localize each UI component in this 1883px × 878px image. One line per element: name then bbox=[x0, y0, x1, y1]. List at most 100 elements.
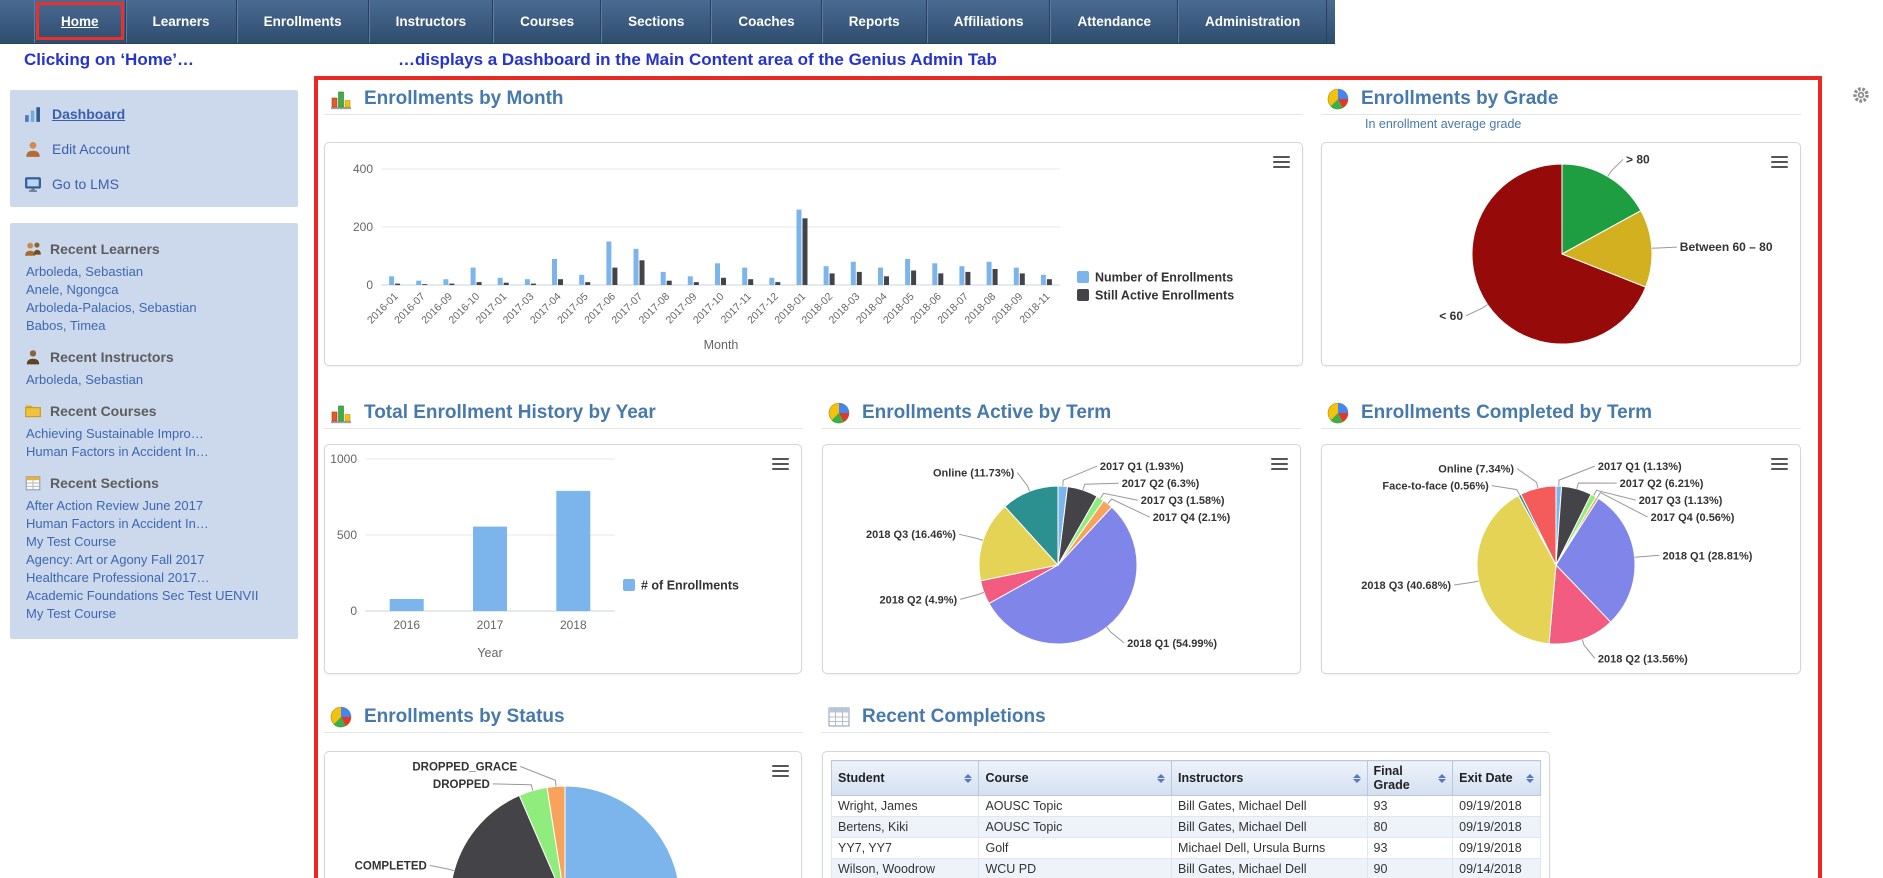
sort-icon[interactable] bbox=[1352, 773, 1361, 783]
nav-tab-home[interactable]: Home bbox=[34, 0, 126, 43]
nav-tab-courses[interactable]: Courses bbox=[493, 0, 602, 43]
list-item: Arboleda-Palacios, Sebastian bbox=[26, 299, 288, 317]
top-nav: Home Learners Enrollments Instructors Course… bbox=[0, 0, 1336, 44]
sort-icon[interactable] bbox=[1526, 773, 1534, 783]
svg-text:Month: Month bbox=[704, 338, 739, 352]
column-header-exit-date[interactable]: Exit Date bbox=[1452, 760, 1541, 796]
sidebar-link[interactable]: My Test Course bbox=[26, 606, 116, 621]
column-header-instructors[interactable]: Instructors bbox=[1171, 760, 1368, 796]
panel-header: Enrollments Completed by Term bbox=[1321, 398, 1801, 429]
nav-tab-affiliations[interactable]: Affiliations bbox=[926, 0, 1051, 43]
nav-tab-sections[interactable]: Sections bbox=[601, 0, 712, 43]
sidebar-link[interactable]: Babos, Timea bbox=[26, 318, 106, 333]
nav-tab-enrollments[interactable]: Enrollments bbox=[236, 0, 369, 43]
column-header-final-grade[interactable]: Final Grade bbox=[1366, 760, 1454, 796]
svg-text:Online (7.34%): Online (7.34%) bbox=[1438, 464, 1514, 476]
svg-text:Year: Year bbox=[477, 646, 502, 660]
sidebar-link[interactable]: Academic Foundations Sec Test UENVII bbox=[26, 588, 258, 603]
chart-context-menu-button[interactable] bbox=[1271, 455, 1288, 473]
panel-enrollments-active-by-term: Enrollments Active by Term 2017 Q1 (1.93%… bbox=[822, 398, 1301, 674]
sidebar-link[interactable]: After Action Review June 2017 bbox=[26, 498, 203, 513]
enrollments-by-status-svg: COMPLETED DROPPED DROPPED_GRACE bbox=[355, 761, 679, 878]
sidebar-link[interactable]: Healthcare Professional 2017… bbox=[26, 570, 210, 585]
nav-tab-learners[interactable]: Learners bbox=[125, 0, 237, 43]
svg-text:2016: 2016 bbox=[393, 618, 420, 632]
list-item: Arboleda, Sebastian bbox=[26, 263, 288, 281]
svg-text:1000: 1000 bbox=[330, 452, 357, 466]
table-row[interactable]: YY7, YY7 Golf Michael Dell, Ursula Burns 93… bbox=[830, 837, 1541, 859]
nav-tab-coaches[interactable]: Coaches bbox=[711, 0, 822, 43]
sidebar-link[interactable]: Human Factors in Accident In… bbox=[26, 444, 209, 459]
enrollments-by-grade-svg: > 80 Between 60 – 80 < 60 bbox=[1439, 152, 1773, 345]
svg-text:2018 Q1 (54.99%): 2018 Q1 (54.99%) bbox=[1127, 638, 1217, 650]
sort-icon[interactable] bbox=[964, 773, 973, 783]
table-row[interactable]: Bertens, Kiki AOUSC Topic Bill Gates, Mich… bbox=[830, 816, 1541, 838]
sidebar-group-recent-courses: Recent Courses Achieving Sustainable Impr… bbox=[10, 399, 298, 461]
panel-header: Enrollments by Status bbox=[324, 702, 802, 733]
svg-text:2017 Q2 (6.21%): 2017 Q2 (6.21%) bbox=[1620, 478, 1704, 490]
svg-text:2017 Q3 (1.58%): 2017 Q3 (1.58%) bbox=[1141, 495, 1225, 507]
list-item: My Test Course bbox=[26, 605, 288, 623]
svg-text:2018 Q1 (28.81%): 2018 Q1 (28.81%) bbox=[1663, 550, 1753, 562]
sidebar-menu: Dashboard Edit Account Go to LMS bbox=[10, 90, 298, 207]
chart-context-menu-button[interactable] bbox=[1273, 153, 1290, 171]
svg-text:Number of Enrollments: Number of Enrollments bbox=[1095, 271, 1233, 285]
sidebar-group-recent-sections: Recent Sections After Action Review June … bbox=[10, 471, 298, 623]
list-item: Anele, Ngongca bbox=[26, 281, 288, 299]
dashboard-icon bbox=[24, 105, 42, 123]
panel-header: Enrollments by Month bbox=[324, 84, 1303, 115]
bar-chart-icon bbox=[328, 86, 354, 112]
chart-context-menu-button[interactable] bbox=[1771, 153, 1788, 171]
annotation-dashboard-note: …displays a Dashboard in the Main Conten… bbox=[398, 50, 997, 69]
group-title: Recent Learners bbox=[50, 241, 160, 257]
table-row[interactable]: Wright, James AOUSC Topic Bill Gates, Mich… bbox=[830, 795, 1541, 817]
list-item: Academic Foundations Sec Test UENVII bbox=[26, 587, 288, 605]
nav-tab-reports[interactable]: Reports bbox=[821, 0, 927, 43]
panel-enrollments-by-month: Enrollments by Month 0 200 400 2016-01 2016-0… bbox=[324, 84, 1303, 366]
enrollments-completed-by-term-box: 2017 Q1 (1.13%) 2017 Q2 (6.21%) 2017 Q3 (1… bbox=[1321, 444, 1801, 674]
group-title: Recent Sections bbox=[50, 475, 159, 491]
svg-text:# of Enrollments: # of Enrollments bbox=[641, 579, 739, 593]
enrollments-by-grade-box: > 80 Between 60 – 80 < 60 bbox=[1321, 142, 1801, 366]
enrollments-by-month-box: 0 200 400 2016-01 2016-07 2016-09 2016-10 2017-… bbox=[324, 142, 1303, 366]
sidebar-item-dashboard[interactable]: Dashboard bbox=[10, 96, 298, 131]
sidebar-item-edit-account[interactable]: Edit Account bbox=[10, 131, 298, 166]
sidebar-item-label[interactable]: Go to LMS bbox=[52, 176, 119, 192]
chart-context-menu-button[interactable] bbox=[1771, 455, 1788, 473]
sidebar-link[interactable]: Agency: Art or Agony Fall 2017 bbox=[26, 552, 205, 567]
sidebar-recent-groups: Recent Learners Arboleda, Sebastian Anele,… bbox=[10, 223, 298, 639]
enrollments-active-by-term-box: 2017 Q1 (1.93%) 2017 Q2 (6.3%) 2017 Q3 (1.… bbox=[822, 444, 1301, 674]
nav-tab-attendance[interactable]: Attendance bbox=[1050, 0, 1178, 43]
sidebar-link[interactable]: Arboleda-Palacios, Sebastian bbox=[26, 300, 197, 315]
panel-title: Enrollments Completed by Term bbox=[1361, 402, 1653, 423]
sidebar-link[interactable]: Achieving Sustainable Impro… bbox=[26, 426, 204, 441]
column-header-student[interactable]: Student bbox=[830, 760, 980, 796]
sidebar-item-label[interactable]: Edit Account bbox=[52, 141, 130, 157]
svg-text:2018 Q2 (4.9%): 2018 Q2 (4.9%) bbox=[880, 594, 958, 606]
sidebar-link[interactable]: Human Factors in Accident In… bbox=[26, 516, 209, 531]
chart-context-menu-button[interactable] bbox=[772, 455, 789, 473]
panel-title: Enrollments by Month bbox=[364, 88, 564, 109]
nav-tab-administration[interactable]: Administration bbox=[1177, 0, 1328, 43]
list-item: Achieving Sustainable Impro… bbox=[26, 425, 288, 443]
sidebar-link[interactable]: My Test Course bbox=[26, 534, 116, 549]
sidebar-link[interactable]: Anele, Ngongca bbox=[26, 282, 119, 297]
sidebar-link[interactable]: Arboleda, Sebastian bbox=[26, 372, 143, 387]
svg-text:500: 500 bbox=[337, 528, 357, 542]
nav-tab-instructors[interactable]: Instructors bbox=[368, 0, 494, 43]
sort-icon[interactable] bbox=[1438, 773, 1447, 783]
chart-context-menu-button[interactable] bbox=[772, 762, 789, 780]
svg-text:2017 Q4 (0.56%): 2017 Q4 (0.56%) bbox=[1651, 512, 1735, 524]
sidebar-item-label[interactable]: Dashboard bbox=[52, 106, 125, 122]
sidebar-item-go-to-lms[interactable]: Go to LMS bbox=[10, 166, 298, 201]
panel-recent-completions: Recent Completions Student Course Instructo… bbox=[822, 702, 1550, 878]
sidebar-link[interactable]: Arboleda, Sebastian bbox=[26, 264, 143, 279]
svg-text:COMPLETED: COMPLETED bbox=[355, 860, 427, 872]
column-header-course[interactable]: Course bbox=[978, 760, 1173, 796]
sort-icon[interactable] bbox=[1157, 773, 1166, 783]
list-item: After Action Review June 2017 bbox=[26, 497, 288, 515]
annotation-row: Clicking on ‘Home’… …displays a Dashboar… bbox=[0, 44, 1883, 76]
settings-gear-icon[interactable] bbox=[1852, 86, 1870, 104]
enrollments-active-by-term-svg: 2017 Q1 (1.93%) 2017 Q2 (6.3%) 2017 Q3 (1.… bbox=[866, 461, 1231, 650]
table-row[interactable]: Wilson, Woodrow WCU PD Bill Gates, Michael… bbox=[830, 858, 1541, 878]
